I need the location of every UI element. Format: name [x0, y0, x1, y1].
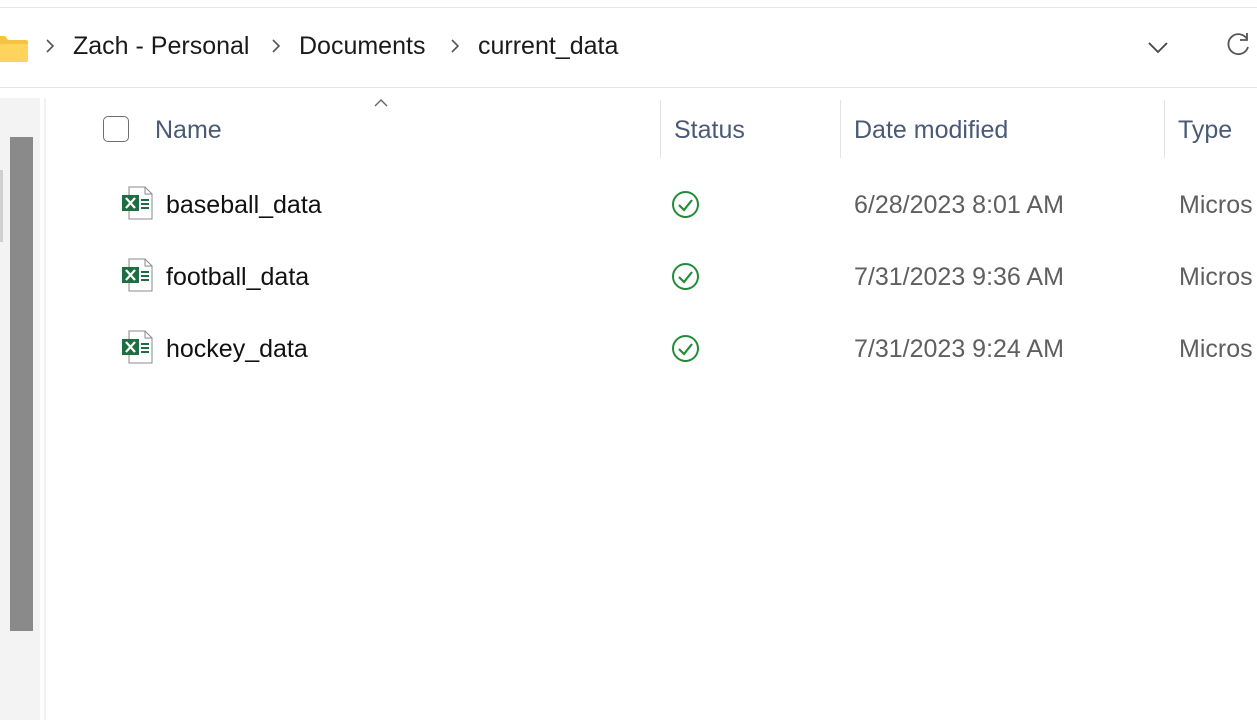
column-header-type[interactable]: Type: [1178, 116, 1232, 145]
address-bar[interactable]: Zach - Personal Documents current_data: [0, 8, 1257, 88]
synced-check-icon: [672, 191, 699, 218]
window-top-edge: [0, 0, 1257, 8]
file-type: Micros: [1179, 191, 1253, 219]
select-all-checkbox[interactable]: [103, 116, 129, 142]
file-type: Micros: [1179, 263, 1253, 291]
column-divider[interactable]: [840, 100, 841, 158]
chevron-down-icon[interactable]: [1145, 36, 1171, 58]
navigation-scrollbar[interactable]: [10, 137, 33, 631]
file-date-modified: 7/31/2023 9:36 AM: [854, 263, 1064, 291]
file-date-modified: 6/28/2023 8:01 AM: [854, 191, 1064, 219]
column-header-date-modified[interactable]: Date modified: [854, 116, 1008, 145]
breadcrumb-item-zach-personal[interactable]: Zach - Personal: [73, 32, 249, 61]
excel-file-icon: [122, 330, 153, 364]
excel-file-icon: [122, 258, 153, 292]
synced-check-icon: [672, 335, 699, 362]
refresh-icon[interactable]: [1223, 30, 1253, 60]
breadcrumb-item-documents[interactable]: Documents: [299, 32, 425, 61]
file-name[interactable]: baseball_data: [166, 191, 322, 220]
folder-icon: [0, 36, 28, 62]
column-header-row: [46, 98, 1257, 164]
column-header-name[interactable]: Name: [155, 116, 222, 145]
file-name[interactable]: football_data: [166, 263, 309, 292]
file-type: Micros: [1179, 335, 1253, 363]
column-header-status[interactable]: Status: [674, 116, 745, 145]
chevron-right-icon[interactable]: [45, 39, 55, 53]
column-divider[interactable]: [660, 100, 661, 158]
sort-ascending-icon: [374, 99, 388, 107]
chevron-right-icon[interactable]: [271, 39, 281, 53]
file-date-modified: 7/31/2023 9:24 AM: [854, 335, 1064, 363]
file-name[interactable]: hockey_data: [166, 335, 308, 364]
navigation-pane-edge: [0, 170, 3, 242]
excel-file-icon: [122, 186, 153, 220]
synced-check-icon: [672, 263, 699, 290]
breadcrumb-item-current-data[interactable]: current_data: [478, 32, 618, 61]
chevron-right-icon[interactable]: [450, 39, 460, 53]
column-divider[interactable]: [1164, 100, 1165, 158]
